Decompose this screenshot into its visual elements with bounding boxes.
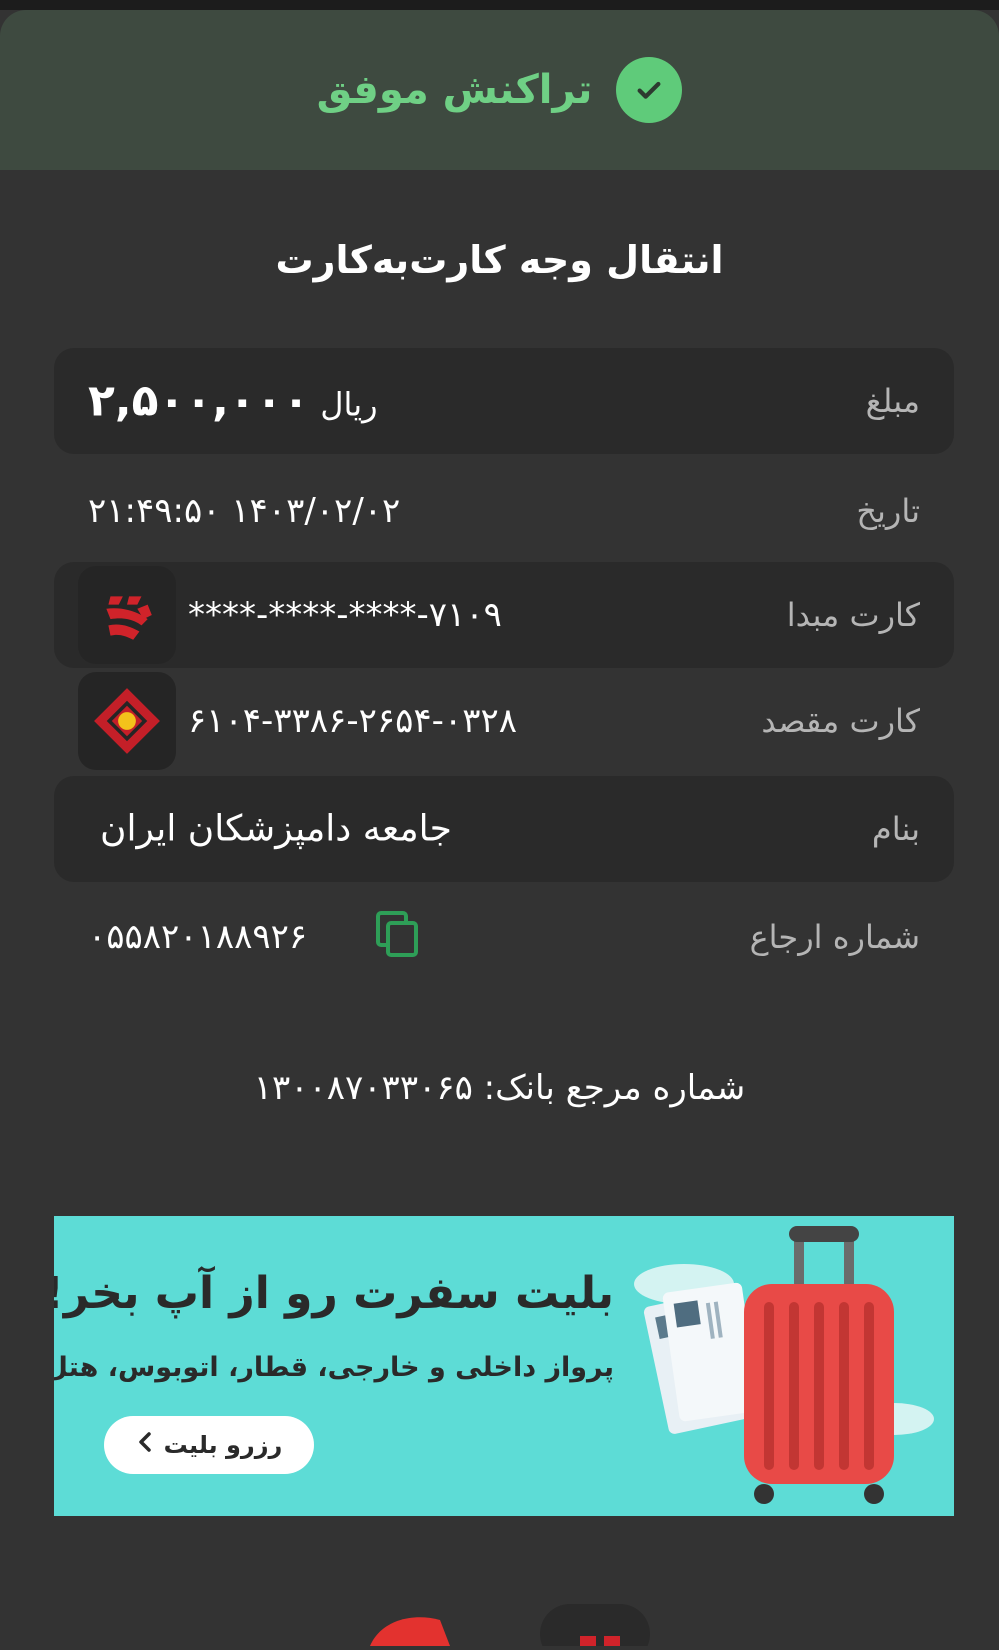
- source-card-label: کارت مبدا: [786, 596, 920, 634]
- bank-reference-number: شماره مرجع بانک: ۱۳۰۰۸۷۰۳۳۰۶۵: [253, 1068, 746, 1108]
- bottom-logos: [0, 1596, 999, 1650]
- check-circle-icon: [616, 57, 683, 123]
- date-value: ۲۱:۴۹:۵۰ ۱۴۰۳/۰۲/۰۲: [88, 491, 401, 531]
- dest-card-number: ۶۱۰۴-۳۳۸۶-۲۶۵۴-۰۳۲۸: [188, 701, 517, 741]
- reference-row: شماره ارجاع ۰۵۵۸۲۰۱۸۸۹۲۶: [54, 884, 954, 990]
- recipient-name: جامعه دامپزشکان ایران: [100, 808, 452, 850]
- date-row: تاریخ ۲۱:۴۹:۵۰ ۱۴۰۳/۰۲/۰۲: [54, 458, 954, 564]
- dest-card-row: کارت مقصد ۶۱۰۴-۳۳۸۶-۲۶۵۴-۰۳۲۸: [54, 668, 954, 774]
- copy-icon[interactable]: [376, 911, 420, 963]
- source-card-row: کارت مبدا ****-****-****-۷۱۰۹: [54, 562, 954, 668]
- mellat-bank-logo-icon: [78, 672, 176, 770]
- amount-row: مبلغ ریال ۲,۵۰۰,۰۰۰: [54, 348, 954, 454]
- amount-value-group: ریال ۲,۵۰۰,۰۰۰: [88, 376, 394, 427]
- recipient-label: بنام: [871, 810, 920, 848]
- shahr-bank-logo-icon: [78, 566, 176, 664]
- date-label: تاریخ: [856, 492, 920, 530]
- amount-unit: ریال: [320, 385, 378, 424]
- status-bar: [0, 0, 999, 10]
- status-text: تراکنش موفق: [316, 67, 593, 113]
- chevron-left-icon: [136, 1431, 154, 1459]
- reference-value: ۰۵۵۸۲۰۱۸۸۹۲۶: [88, 917, 308, 957]
- suitcase-illustration: [624, 1224, 944, 1516]
- recipient-row: بنام جامعه دامپزشکان ایران: [54, 776, 954, 882]
- dest-card-label: کارت مقصد: [761, 702, 920, 740]
- ticket-promo-banner[interactable]: بلیت سفرت رو از آپ بخر! پرواز داخلی و خا…: [54, 1216, 954, 1516]
- source-card-number: ****-****-****-۷۱۰۹: [188, 595, 502, 635]
- amount-label: مبلغ: [865, 382, 920, 420]
- page-title: انتقال وجه کارت‌به‌کارت: [275, 238, 724, 282]
- banner-title: بلیت سفرت رو از آپ بخر!: [54, 1268, 614, 1319]
- reserve-ticket-label: رزرو بلیت: [163, 1431, 283, 1459]
- success-header: تراکنش موفق: [0, 10, 999, 170]
- reserve-ticket-button[interactable]: رزرو بلیت: [104, 1416, 314, 1474]
- amount-value: ۲,۵۰۰,۰۰۰: [88, 375, 310, 427]
- reference-label: شماره ارجاع: [749, 918, 920, 956]
- banner-subtitle: پرواز داخلی و خارجی، قطار، اتوبوس، هتل: [54, 1352, 614, 1383]
